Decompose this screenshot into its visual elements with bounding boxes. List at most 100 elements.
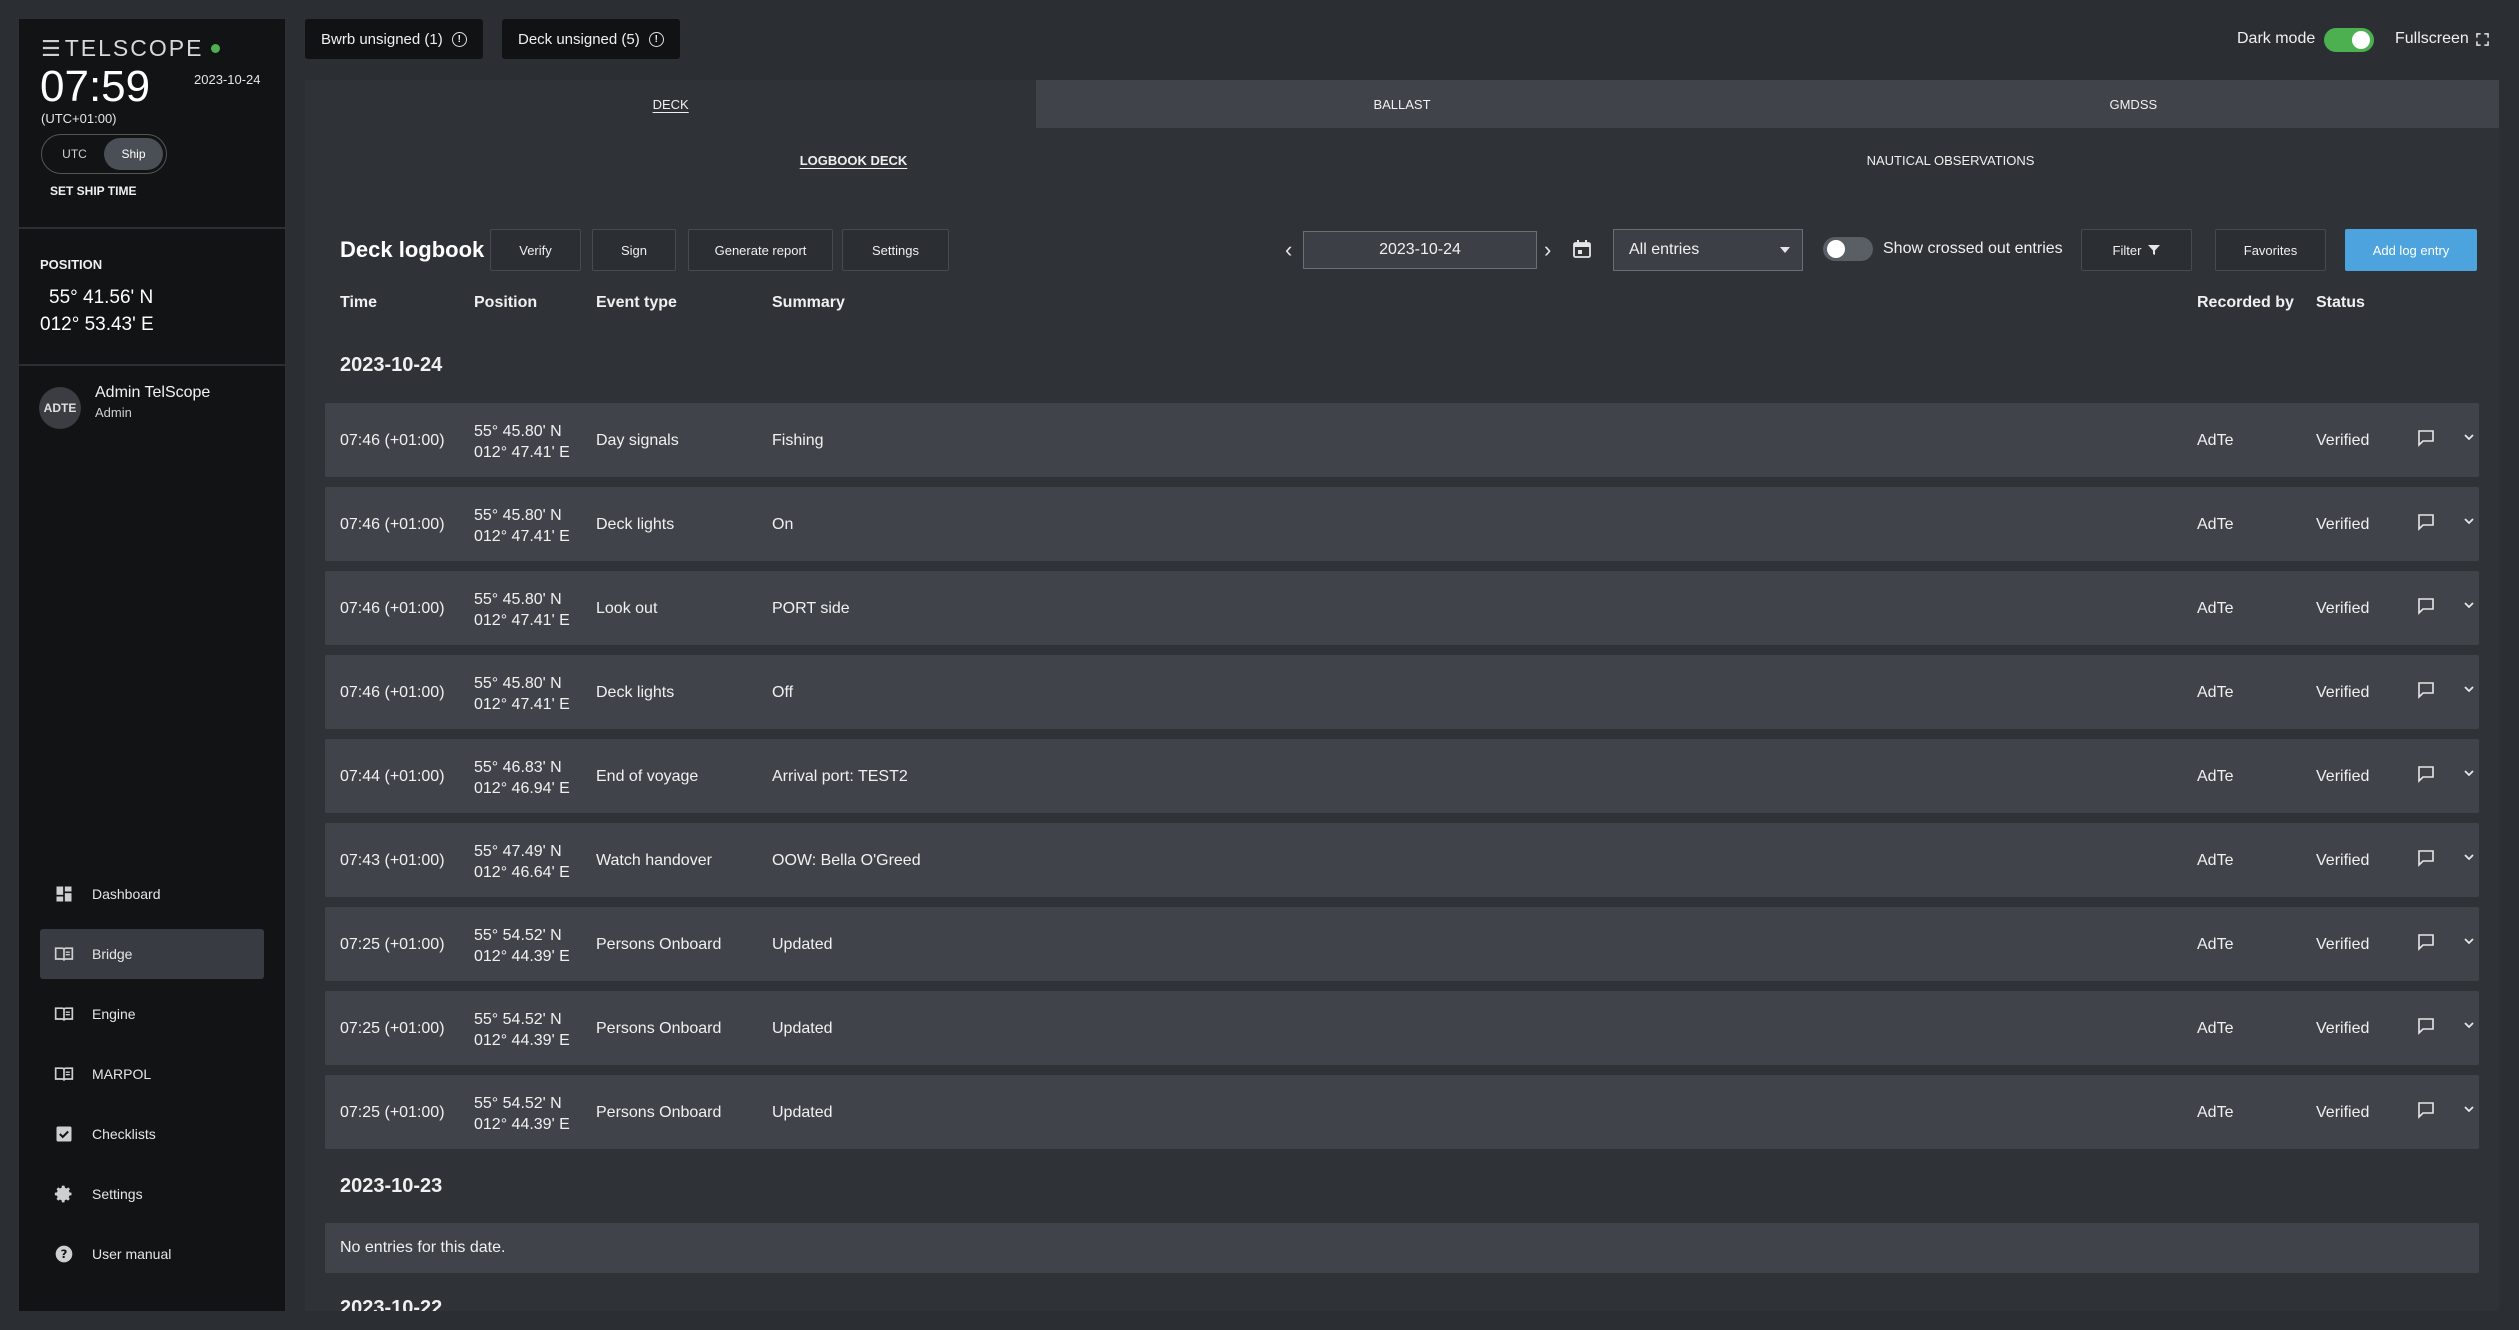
entry-latitude: 55° 54.52' N <box>474 1095 562 1112</box>
chevron-down-icon[interactable] <box>2462 766 2476 780</box>
generate-report-button[interactable]: Generate report <box>688 229 833 271</box>
book-icon <box>54 947 74 961</box>
sign-button[interactable]: Sign <box>592 229 676 271</box>
entry-summary: PORT side <box>772 600 850 617</box>
column-header-status[interactable]: Status <box>2316 294 2365 312</box>
tab-ballast[interactable]: BALLAST <box>1036 80 1768 128</box>
table-row[interactable]: 07:46 (+01:00) 55° 45.80' N 012° 47.41' E D… <box>325 655 2479 729</box>
chevron-down-icon[interactable] <box>2462 1018 2476 1032</box>
favorites-button[interactable]: Favorites <box>2215 229 2326 271</box>
time-mode-ship[interactable]: Ship <box>104 138 163 170</box>
next-date-button[interactable]: › <box>1544 237 1551 263</box>
settings-button[interactable]: Settings <box>842 229 949 271</box>
chevron-down-icon[interactable] <box>2462 850 2476 864</box>
nav-item-settings[interactable]: Settings <box>40 1169 264 1219</box>
entry-position: 55° 45.80' N 012° 47.41' E <box>474 421 570 463</box>
table-row[interactable]: 07:44 (+01:00) 55° 46.83' N 012° 46.94' E E… <box>325 739 2479 813</box>
avatar[interactable]: ADTE <box>39 387 81 429</box>
filter-button[interactable]: Filter <box>2081 229 2192 271</box>
calendar-icon[interactable] <box>1572 239 1592 259</box>
previous-date-button[interactable]: ‹ <box>1285 237 1292 263</box>
comment-icon[interactable] <box>2417 513 2435 531</box>
comment-icon[interactable] <box>2417 1017 2435 1035</box>
subtab-logbook-deck[interactable]: LOGBOOK DECK <box>305 138 1402 182</box>
bwrb-unsigned-button[interactable]: Bwrb unsigned (1) ! <box>305 19 483 59</box>
column-header-event-type[interactable]: Event type <box>596 294 677 312</box>
entry-recorded-by: AdTe <box>2197 432 2234 449</box>
set-ship-time-link[interactable]: SET SHIP TIME <box>50 184 136 198</box>
chevron-down-icon[interactable] <box>2462 934 2476 948</box>
entry-latitude: 55° 45.80' N <box>474 507 562 524</box>
tab-gmdss[interactable]: GMDSS <box>1767 80 2499 128</box>
entry-event-type: Deck lights <box>596 684 675 701</box>
entry-status: Verified <box>2316 600 2370 617</box>
dark-mode-toggle[interactable] <box>2324 28 2374 52</box>
entry-event-type: Deck lights <box>596 516 675 533</box>
entry-status: Verified <box>2316 936 2370 953</box>
subtab-nautical-observations[interactable]: NAUTICAL OBSERVATIONS <box>1402 138 2499 182</box>
chevron-down-icon[interactable] <box>2462 1102 2476 1116</box>
tab-label: GMDSS <box>2109 96 2158 112</box>
table-row[interactable]: 07:46 (+01:00) 55° 45.80' N 012° 47.41' E D… <box>325 487 2479 561</box>
toggle-knob <box>1827 240 1845 258</box>
entry-longitude: 012° 47.41' E <box>474 612 570 629</box>
column-header-time[interactable]: Time <box>340 294 377 312</box>
chevron-down-icon[interactable] <box>2462 430 2476 444</box>
entry-status: Verified <box>2316 684 2370 701</box>
nav-item-dashboard[interactable]: Dashboard <box>40 869 264 919</box>
entry-time: 07:46 (+01:00) <box>340 600 445 617</box>
nav-item-user-manual[interactable]: ? User manual <box>40 1229 264 1279</box>
comment-icon[interactable] <box>2417 597 2435 615</box>
table-row[interactable]: 07:25 (+01:00) 55° 54.52' N 012° 44.39' E P… <box>325 991 2479 1065</box>
user-name: Admin TelScope <box>95 384 211 401</box>
entry-longitude: 012° 47.41' E <box>474 696 570 713</box>
tab-deck[interactable]: DECK <box>305 80 1037 128</box>
tab-label: DECK <box>652 96 689 112</box>
entry-status: Verified <box>2316 516 2370 533</box>
nav-item-bridge[interactable]: Bridge <box>40 929 264 979</box>
entries-filter-select[interactable]: All entries <box>1613 229 1803 271</box>
bwrb-unsigned-label: Bwrb unsigned (1) <box>321 30 443 48</box>
comment-icon[interactable] <box>2417 933 2435 951</box>
fullscreen-icon <box>2475 32 2489 46</box>
date-input[interactable]: 2023-10-24 <box>1303 231 1537 269</box>
tab-label: BALLAST <box>1373 96 1431 112</box>
entry-latitude: 55° 54.52' N <box>474 927 562 944</box>
entry-longitude: 012° 46.94' E <box>474 780 570 797</box>
comment-icon[interactable] <box>2417 1101 2435 1119</box>
table-row[interactable]: 07:46 (+01:00) 55° 45.80' N 012° 47.41' E L… <box>325 571 2479 645</box>
comment-icon[interactable] <box>2417 429 2435 447</box>
entry-time: 07:43 (+01:00) <box>340 852 445 869</box>
verify-button[interactable]: Verify <box>490 229 581 271</box>
comment-icon[interactable] <box>2417 681 2435 699</box>
entry-status: Verified <box>2316 432 2370 449</box>
chevron-down-icon[interactable] <box>2462 682 2476 696</box>
telscope-logo[interactable]: ☰ TELSCOPE <box>41 35 221 62</box>
chevron-down-icon[interactable] <box>2462 598 2476 612</box>
nav-item-marpol[interactable]: MARPOL <box>40 1049 264 1099</box>
comment-icon[interactable] <box>2417 765 2435 783</box>
column-header-recorded-by[interactable]: Recorded by <box>2197 294 2294 312</box>
add-log-entry-button[interactable]: Add log entry <box>2345 229 2477 271</box>
entry-status: Verified <box>2316 768 2370 785</box>
table-row[interactable]: 07:46 (+01:00) 55° 45.80' N 012° 47.41' E D… <box>325 403 2479 477</box>
chevron-down-icon[interactable] <box>2462 514 2476 528</box>
comment-icon[interactable] <box>2417 849 2435 867</box>
table-row[interactable]: 07:25 (+01:00) 55° 54.52' N 012° 44.39' E P… <box>325 1075 2479 1149</box>
position-label: POSITION <box>40 257 103 272</box>
entry-time: 07:46 (+01:00) <box>340 684 445 701</box>
info-icon: ! <box>648 31 664 47</box>
nav-item-checklists[interactable]: Checklists <box>40 1109 264 1159</box>
time-mode-utc[interactable]: UTC <box>45 138 104 170</box>
table-row[interactable]: 07:25 (+01:00) 55° 54.52' N 012° 44.39' E P… <box>325 907 2479 981</box>
column-header-summary[interactable]: Summary <box>772 294 845 312</box>
table-row[interactable]: 07:43 (+01:00) 55° 47.49' N 012° 46.64' E W… <box>325 823 2479 897</box>
info-icon: ! <box>451 31 467 47</box>
deck-unsigned-button[interactable]: Deck unsigned (5) ! <box>502 19 680 59</box>
column-header-position[interactable]: Position <box>474 294 537 312</box>
date-group-header: 2023-10-23 <box>340 1175 443 1197</box>
nav-item-engine[interactable]: Engine <box>40 989 264 1039</box>
fullscreen-button[interactable]: Fullscreen <box>2395 30 2489 48</box>
main-panel: DECK BALLAST GMDSS LOGBOOK DECK NAUTICAL… <box>305 80 2499 1311</box>
show-crossed-out-toggle[interactable] <box>1823 237 1873 261</box>
